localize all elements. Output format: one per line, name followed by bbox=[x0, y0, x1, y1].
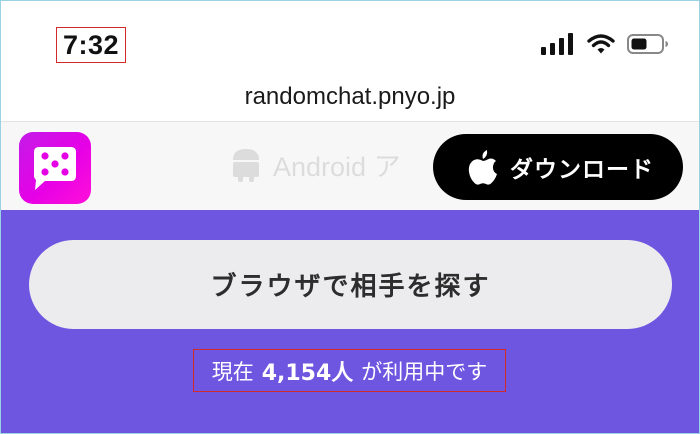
android-download-hint: Android ア bbox=[229, 144, 401, 184]
wifi-icon bbox=[587, 34, 615, 54]
browser-search-button[interactable]: ブラウザで相手を探す bbox=[29, 240, 672, 329]
apple-icon bbox=[468, 150, 497, 185]
android-icon bbox=[233, 149, 259, 182]
status-bar: 7:32 bbox=[1, 1, 699, 79]
app-download-banner: Android ア ダウンロード bbox=[1, 121, 699, 210]
android-label: Android ア bbox=[273, 151, 401, 182]
browser-viewport: 7:32 randomchat.pnyo.jp Android ア ダウンロード… bbox=[0, 0, 700, 434]
status-icons bbox=[541, 31, 669, 57]
ios-download-button[interactable]: ダウンロード bbox=[433, 134, 683, 200]
download-label: ダウンロード bbox=[510, 157, 654, 183]
signal-icon bbox=[541, 33, 573, 55]
url-text: randomchat.pnyo.jp bbox=[244, 83, 456, 110]
url-bar[interactable]: randomchat.pnyo.jp bbox=[1, 79, 699, 121]
active-users-count: 4,154人 bbox=[261, 360, 354, 386]
main-content: ブラウザで相手を探す 現在 4,154人 が利用中です bbox=[1, 210, 699, 433]
dice-chat-icon bbox=[19, 132, 91, 204]
usage-suffix: が利用中です bbox=[361, 359, 488, 384]
status-time: 7:32 bbox=[56, 27, 127, 63]
battery-icon bbox=[627, 34, 668, 54]
usage-prefix: 現在 bbox=[211, 359, 254, 384]
active-users-status: 現在 4,154人 が利用中です bbox=[193, 349, 506, 392]
